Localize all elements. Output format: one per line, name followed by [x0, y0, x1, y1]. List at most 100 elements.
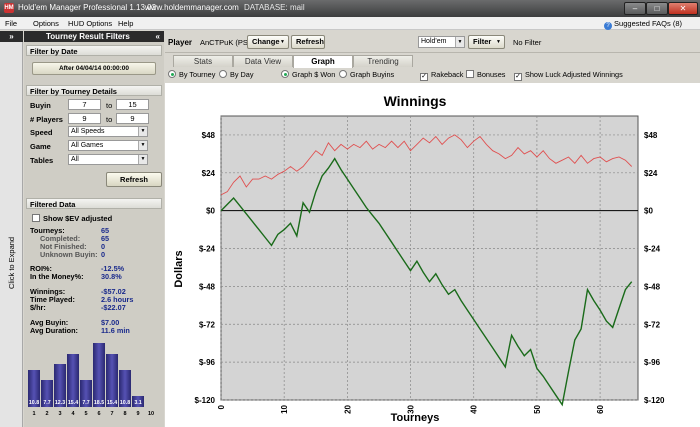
histogram-position-label: 2	[45, 411, 49, 417]
histogram-bar-label: 7.7	[82, 400, 90, 406]
histogram-position-label: 10	[147, 411, 155, 417]
checkbox-icon	[32, 214, 40, 222]
players-to-input[interactable]: 9	[116, 113, 149, 124]
tab-stats[interactable]: Stats	[173, 55, 233, 67]
y-tick-label: $0	[206, 207, 215, 216]
refresh-filters-button[interactable]: Refresh	[106, 172, 162, 187]
histogram-bar-label: 3.1	[134, 400, 142, 406]
tables-value: All	[71, 156, 79, 163]
date-filter-button[interactable]: After 04/04/14 00:00:00	[32, 62, 156, 75]
speed-value: All Speeds	[71, 128, 105, 135]
y-tick-label-right: $0	[644, 207, 653, 216]
suggested-faqs-link[interactable]: ? Suggested FAQs (8)	[604, 19, 682, 30]
y-tick-label-right: $24	[644, 169, 658, 178]
chevron-down-icon: ▼	[455, 37, 464, 47]
player-label: Player	[168, 38, 193, 47]
game-select[interactable]: All Games ▼	[68, 140, 148, 151]
unknown-buyin-label: Unknown Buyin:	[40, 250, 98, 259]
filter-button[interactable]: Filter ▼	[468, 35, 505, 49]
change-player-button[interactable]: Change ▼	[247, 35, 289, 49]
tab-trending[interactable]: Trending	[353, 55, 413, 67]
y-tick-label-right: $-96	[644, 358, 661, 367]
help-icon: ?	[604, 22, 613, 30]
y-tick-label-right: $-72	[644, 320, 661, 329]
y-tick-label: $-48	[199, 282, 216, 291]
players-from-input[interactable]: 9	[68, 113, 101, 124]
x-tick-label: 30	[407, 404, 416, 413]
histogram-position-label: 6	[97, 411, 101, 417]
buyin-to-label: to	[106, 101, 113, 110]
plot-background	[220, 115, 639, 401]
buyin-from-input[interactable]: 7	[68, 99, 101, 110]
histogram-bar	[67, 353, 79, 407]
histogram-position-label: 9	[136, 411, 140, 417]
chevron-down-icon: ▼	[496, 39, 501, 45]
radio-selected-icon	[281, 70, 289, 78]
tab-graph[interactable]: Graph	[293, 55, 353, 68]
graph-area: Winnings Tourneys Dollars $-120 $-120 $-96…	[165, 83, 700, 427]
collapse-panel-icon[interactable]: «	[156, 31, 160, 42]
maximize-button[interactable]: □	[646, 2, 668, 15]
luck-adjusted-checkbox[interactable]: ✓ Show Luck Adjusted Winnings	[514, 70, 623, 81]
tables-select[interactable]: All ▼	[68, 154, 148, 165]
players-to-label: to	[106, 115, 113, 124]
speed-select[interactable]: All Speeds ▼	[68, 126, 148, 137]
close-button[interactable]: ✕	[668, 2, 698, 15]
minimize-button[interactable]: –	[624, 2, 646, 15]
buyin-to-input[interactable]: 15	[116, 99, 149, 110]
itm-label: In the Money%:	[30, 272, 84, 281]
player-toolbar: Player AnCTPuK (PS) Change ▼ Refresh Hold…	[165, 31, 700, 53]
y-tick-label-right: $-48	[644, 282, 661, 291]
radio-selected-icon	[168, 70, 176, 78]
chart-y-axis-label: Dollars	[173, 250, 185, 287]
chevron-down-icon: ▼	[138, 127, 147, 136]
graph-won-label: Graph $ Won	[292, 70, 336, 79]
filter-by-date-title: Filter by Date	[26, 45, 162, 56]
filter-panel-title: Tourney Result Filters	[46, 32, 130, 41]
game-type-select[interactable]: Hold'em ▼	[418, 36, 465, 48]
menu-hud-options[interactable]: HUD Options	[68, 19, 112, 28]
chart-title: Winnings	[384, 93, 447, 109]
show-ev-checkbox[interactable]: Show $EV adjusted	[32, 214, 112, 223]
title-bar: HM Hold'em Manager Professional 1.13.02 …	[0, 0, 700, 17]
graph-buyins-radio[interactable]: Graph Buyins	[339, 70, 394, 79]
bonuses-checkbox[interactable]: Bonuses	[466, 70, 505, 79]
tables-label: Tables	[30, 156, 54, 165]
itm-value: 30.8%	[101, 272, 122, 281]
graph-won-radio[interactable]: Graph $ Won	[281, 70, 335, 79]
menu-options[interactable]: Options	[33, 19, 59, 28]
x-tick-label: 20	[343, 404, 352, 413]
histogram-position-label: 5	[84, 411, 88, 417]
game-type-value: Hold'em	[421, 38, 447, 45]
histogram-bar	[106, 353, 118, 407]
refresh-button[interactable]: Refresh	[291, 35, 325, 49]
rakeback-checkbox[interactable]: ✓ Rakeback	[420, 70, 463, 81]
by-tourney-radio[interactable]: By Tourney	[168, 70, 215, 79]
x-tick-label: 10	[280, 404, 289, 413]
checkbox-icon	[466, 70, 474, 78]
filter-panel: Tourney Result Filters « Filter by Date …	[24, 31, 164, 427]
window-title: Hold'em Manager Professional 1.13.02	[18, 3, 157, 12]
view-tabs: Stats Data View Graph Trending	[165, 55, 700, 68]
expand-chevron-icon[interactable]: »	[0, 31, 23, 42]
database-label: DATABASE: mail	[244, 3, 305, 12]
x-tick-label: 50	[533, 404, 542, 413]
tab-data-view[interactable]: Data View	[233, 55, 293, 67]
y-tick-label: $48	[202, 131, 216, 140]
by-day-radio[interactable]: By Day	[219, 70, 254, 79]
menu-file[interactable]: File	[5, 19, 17, 28]
menu-help[interactable]: Help	[118, 19, 133, 28]
graph-options: By Tourney By Day Graph $ Won Graph Buyi…	[165, 68, 700, 82]
rakeback-label: Rakeback	[431, 70, 464, 79]
chevron-down-icon: ▼	[138, 155, 147, 164]
histogram-bar-label: 12.3	[54, 400, 66, 406]
per-hour-value: -$22.07	[101, 303, 126, 312]
histogram-position-label: 7	[110, 411, 114, 417]
x-tick-label: 60	[596, 404, 605, 413]
y-tick-label: $-24	[199, 245, 216, 254]
per-hour-label: $/hr:	[30, 303, 46, 312]
finish-position-histogram: 10.8 1 7.7 2 12.3 3 15.4 4 7.7 5 18.5 6 15.4 7 10.8 8 3.…	[26, 332, 156, 418]
y-tick-label: $24	[202, 169, 216, 178]
filter-panel-header: Tourney Result Filters «	[24, 31, 164, 42]
expand-strip[interactable]: » Click to Expand	[0, 31, 23, 427]
